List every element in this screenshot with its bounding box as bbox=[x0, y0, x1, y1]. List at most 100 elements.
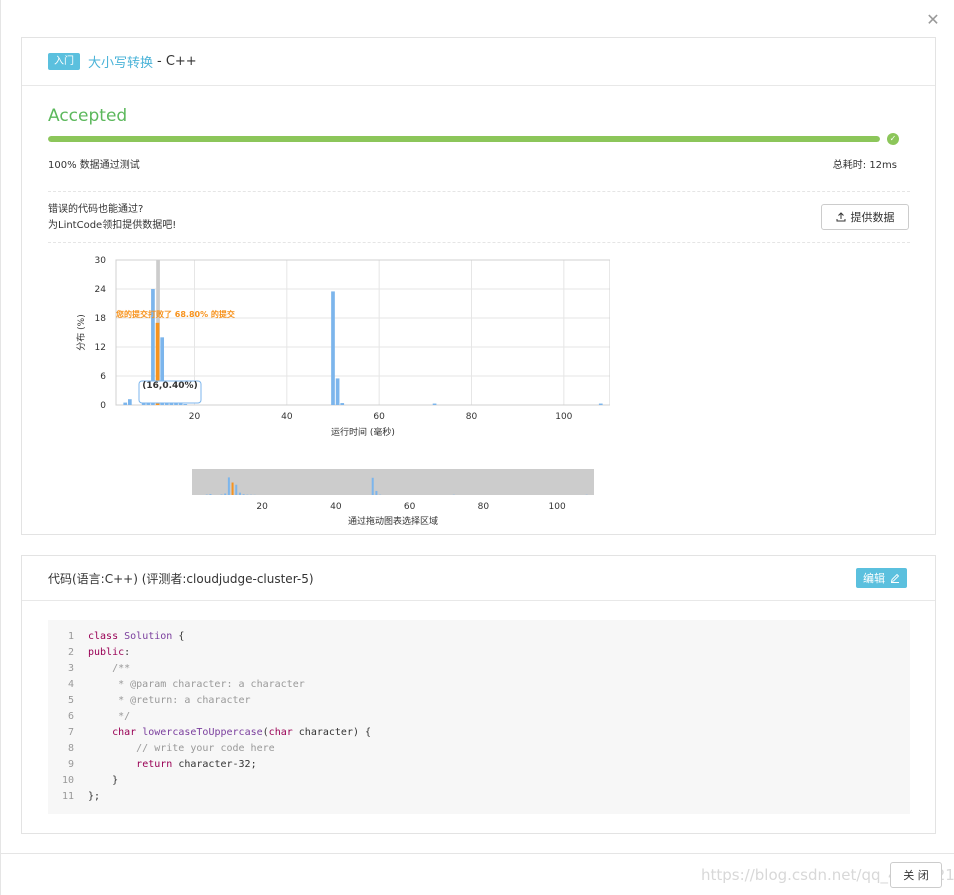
x-tick-label: 80 bbox=[466, 412, 478, 422]
navigator-mask[interactable] bbox=[192, 469, 594, 495]
code-text: return character-32; bbox=[136, 759, 257, 770]
tooltip-text: (16,0.40%) bbox=[142, 381, 197, 391]
navigator-tick-label: 40 bbox=[330, 502, 342, 512]
test-progress-bar bbox=[48, 136, 880, 142]
code-text: * @param character: a character bbox=[88, 679, 305, 690]
bar bbox=[123, 402, 128, 405]
result-panel: 入门 大小写转换 - C++ Accepted ✓ 100% 数据通过测试 总耗… bbox=[21, 37, 936, 535]
code-text: /** bbox=[88, 663, 131, 674]
code-text: */ bbox=[88, 711, 131, 722]
close-button[interactable]: 关 闭 bbox=[890, 862, 942, 888]
navigator-bar bbox=[235, 484, 238, 495]
result-panel-header: 入门 大小写转换 - C++ bbox=[22, 38, 935, 86]
divider bbox=[48, 242, 910, 243]
line-number: 11 bbox=[61, 791, 74, 802]
hint-line-2: 为LintCode领扣提供数据吧! bbox=[48, 220, 177, 231]
y-tick-label: 0 bbox=[100, 401, 106, 411]
code-line: 9 return character-32; bbox=[48, 757, 910, 773]
navigator-tick-label: 100 bbox=[549, 502, 566, 512]
code-text: } bbox=[88, 775, 119, 786]
test-progress-fill bbox=[48, 136, 880, 142]
close-icon[interactable]: ✕ bbox=[923, 10, 943, 30]
code-text: }; bbox=[88, 791, 101, 802]
bar bbox=[183, 404, 188, 405]
footer-divider bbox=[1, 853, 954, 854]
navigator-tick-label: 80 bbox=[478, 502, 490, 512]
pass-rate-text: 100% 数据通过测试 bbox=[48, 160, 140, 171]
bar bbox=[335, 378, 340, 405]
status-text: Accepted bbox=[48, 106, 128, 126]
code-line: 6 */ bbox=[48, 709, 910, 725]
y-tick-label: 12 bbox=[95, 343, 106, 353]
code-text: char lowercaseToUppercase(char character… bbox=[112, 727, 372, 738]
code-line: 1 class Solution { bbox=[48, 629, 910, 645]
navigator-bar bbox=[242, 494, 245, 495]
code-line: 11}; bbox=[48, 789, 910, 805]
line-number: 3 bbox=[67, 663, 74, 674]
x-axis-label: 运行时间 (毫秒) bbox=[331, 426, 395, 438]
bar bbox=[128, 399, 132, 405]
code-line: 7 char lowercaseToUppercase(char charact… bbox=[48, 725, 910, 741]
bar bbox=[598, 403, 603, 405]
line-number: 5 bbox=[67, 695, 74, 706]
code-line: 8 // write your code here bbox=[48, 741, 910, 757]
navigator-bar bbox=[224, 493, 227, 495]
navigator-bar bbox=[231, 482, 234, 495]
edit-button[interactable]: 编辑 bbox=[856, 568, 907, 588]
line-number: 9 bbox=[67, 759, 74, 770]
navigator-bar bbox=[227, 477, 230, 495]
runtime-distribution-chart[interactable]: 0612182430 20 40 60 80 100 分布 (%) 运行时间 (毫秒) … bbox=[50, 252, 610, 532]
code-viewer[interactable]: 1 class Solution {2 public: 3 /** 4 * @param… bbox=[48, 620, 910, 814]
y-tick-label: 24 bbox=[95, 285, 107, 295]
line-number: 10 bbox=[61, 775, 74, 786]
y-axis-label: 分布 (%) bbox=[75, 314, 87, 350]
navigator-tick-label: 60 bbox=[404, 502, 416, 512]
y-tick-label: 18 bbox=[95, 314, 107, 324]
y-axis-ticks: 0 6 12 18 24 30 bbox=[95, 256, 107, 411]
navigator-ticks: 20 40 60 80 100 bbox=[256, 502, 566, 512]
x-tick-label: 20 bbox=[189, 412, 201, 422]
bar bbox=[340, 403, 345, 405]
provide-data-button[interactable]: 提供数据 bbox=[821, 204, 909, 230]
edit-button-label: 编辑 bbox=[863, 572, 885, 585]
line-number: 7 bbox=[67, 727, 74, 738]
code-panel-header: 代码(语言:C++) (评测者:cloudjudge-cluster-5) 编辑 bbox=[22, 556, 935, 601]
divider bbox=[48, 191, 910, 192]
pencil-icon bbox=[890, 573, 900, 583]
navigator-bar bbox=[209, 494, 212, 495]
code-text: class Solution { bbox=[88, 631, 185, 642]
hint-line-1: 错误的代码也能通过? bbox=[48, 204, 144, 215]
line-number: 1 bbox=[67, 631, 74, 642]
code-line: 3 /** bbox=[48, 661, 910, 677]
upload-icon bbox=[836, 212, 845, 222]
code-text: // write your code here bbox=[88, 743, 275, 754]
line-number: 8 bbox=[67, 743, 74, 754]
contribute-hint: 错误的代码也能通过? 为LintCode领扣提供数据吧! bbox=[48, 202, 176, 234]
line-number: 4 bbox=[67, 679, 74, 690]
code-text: public: bbox=[88, 647, 131, 658]
navigator-tick-label: 20 bbox=[256, 502, 268, 512]
problem-title-link[interactable]: 大小写转换 bbox=[88, 52, 153, 71]
code-panel: 代码(语言:C++) (评测者:cloudjudge-cluster-5) 编辑… bbox=[21, 555, 936, 834]
line-number: 2 bbox=[67, 647, 74, 658]
code-line: 4 * @param character: a character bbox=[48, 677, 910, 693]
navigator-bar bbox=[371, 477, 374, 495]
x-tick-label: 40 bbox=[281, 412, 293, 422]
navigator-bar bbox=[375, 490, 378, 495]
x-axis-ticks: 20 40 60 80 100 bbox=[189, 412, 573, 422]
navigator-label: 通过拖动图表选择区域 bbox=[348, 515, 438, 527]
navigator-bar bbox=[238, 492, 241, 495]
beat-annotation: 您的提交打败了 68.80% 的提交 bbox=[116, 309, 235, 319]
submission-modal: ✕ 入门 大小写转换 - C++ Accepted ✓ 100% 数据通过测试 … bbox=[0, 0, 954, 895]
x-tick-label: 60 bbox=[373, 412, 385, 422]
code-line: 10 } bbox=[48, 773, 910, 789]
total-time-text: 总耗时: 12ms bbox=[832, 160, 897, 171]
y-tick-label: 30 bbox=[95, 256, 107, 266]
code-panel-title: 代码(语言:C++) (评测者:cloudjudge-cluster-5) bbox=[48, 571, 314, 586]
bar bbox=[331, 291, 335, 405]
data-tooltip: (16,0.40%) bbox=[138, 380, 202, 404]
code-line: 5 * @return: a character bbox=[48, 693, 910, 709]
bar bbox=[178, 403, 183, 405]
line-number: 6 bbox=[67, 711, 74, 722]
check-circle-icon: ✓ bbox=[887, 133, 899, 145]
